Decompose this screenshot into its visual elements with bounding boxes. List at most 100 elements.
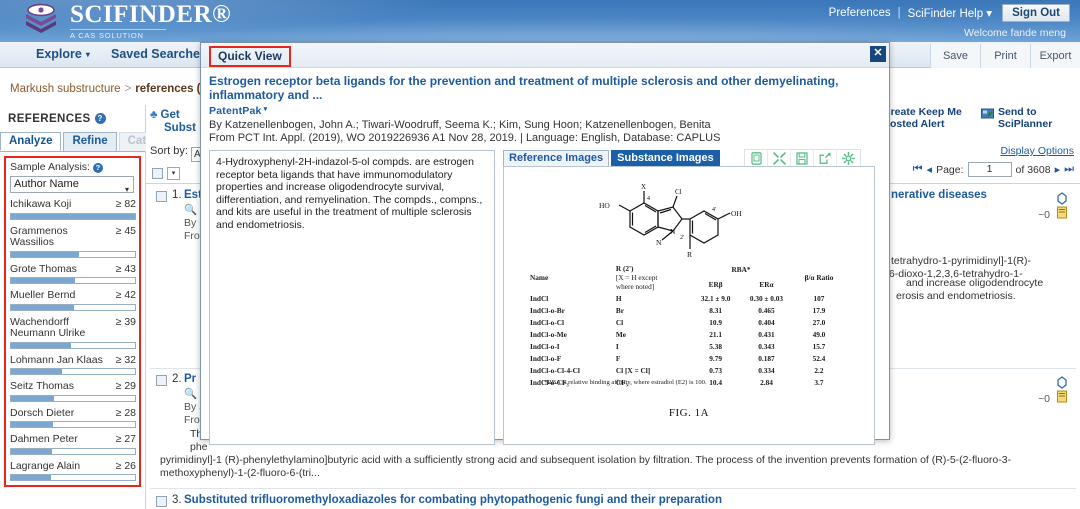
document-icon[interactable]: [1056, 390, 1068, 408]
author-count: ≥ 43: [115, 262, 136, 275]
result-title-right-fragment[interactable]: nerative diseases: [891, 189, 987, 201]
scifinder-logo[interactable]: SCIFINDER® A CAS SOLUTION: [18, 1, 231, 41]
result-number: 2.: [172, 373, 182, 385]
breadcrumb-root[interactable]: Markush substructure: [10, 83, 121, 95]
share-icon[interactable]: [814, 150, 837, 166]
save-button[interactable]: Save: [930, 44, 980, 68]
table-cell: 8.31: [709, 305, 722, 315]
svg-text:4: 4: [647, 196, 650, 202]
document-title[interactable]: Estrogen receptor beta ligands for the p…: [209, 74, 881, 102]
analysis-panel: Sample Analysis:? Author Name ▾ Ichikawa…: [4, 156, 141, 487]
left-sidebar: REFERENCES? Analyze Refine Categorize Sa…: [0, 105, 196, 509]
result-title[interactable]: Substituted trifluoromethyloxadiazoles f…: [184, 494, 722, 506]
prev-page-icon[interactable]: ◂: [927, 163, 933, 176]
author-bar-item[interactable]: Grote Thomas ≥ 43: [10, 262, 136, 284]
document-icon[interactable]: [1056, 206, 1068, 224]
save-icon[interactable]: [791, 150, 814, 166]
table-cell: H: [615, 293, 622, 303]
author-bar-fill: [11, 475, 51, 480]
action-button-bar: Save Print Export: [930, 44, 1080, 68]
author-bar-item[interactable]: Lagrange Alain ≥ 26: [10, 459, 136, 481]
cas-logo-icon: [18, 1, 64, 41]
svg-text:2': 2': [680, 235, 684, 241]
tab-reference-images[interactable]: Reference Images: [503, 150, 610, 166]
close-icon[interactable]: ✕: [870, 46, 886, 62]
chevron-down-icon: ▾: [986, 8, 993, 20]
author-bar-item[interactable]: Lohmann Jan Klaas ≥ 32: [10, 353, 136, 375]
menu-item-explore[interactable]: Explore ▾: [28, 45, 98, 63]
print-button[interactable]: Print: [980, 44, 1030, 68]
col-eralpha: ERα: [759, 280, 774, 289]
result-score: ~0: [1038, 209, 1050, 221]
author-bar-track: [10, 368, 136, 375]
result-checkbox[interactable]: [156, 375, 167, 386]
next-page-icon[interactable]: ▸: [1055, 163, 1061, 176]
sciplanner-label: Send to SciPlanner: [998, 106, 1053, 130]
preferences-link[interactable]: Preferences: [829, 7, 891, 19]
expand-icon[interactable]: [768, 150, 791, 166]
select-dropdown-icon[interactable]: ▾: [167, 167, 180, 180]
get-substances-label-1: Get: [160, 109, 180, 121]
top-navigation: Preferences | SciFinder Help ▾ Sign Out: [829, 4, 1070, 22]
display-options-link[interactable]: Display Options: [1000, 145, 1074, 157]
sample-analysis-select[interactable]: Author Name ▾: [10, 176, 134, 194]
table-cell: Cl [X = Cl]: [615, 365, 651, 375]
results-toolbar: Create Keep Me Posted Alert Send to SciP…: [866, 106, 1076, 130]
table-cell: 17.9: [812, 305, 826, 315]
author-name: Lagrange Alain: [10, 459, 81, 472]
logo-wordmark: SCIFINDER® A CAS SOLUTION: [70, 2, 231, 40]
help-label: SciFinder Help: [907, 8, 984, 20]
last-page-icon[interactable]: ⏭: [1064, 163, 1074, 176]
select-all-checkbox[interactable]: [152, 168, 163, 179]
author-name: Grote Thomas: [10, 262, 77, 275]
sample-analysis-text: Sample Analysis:: [10, 161, 90, 173]
result-checkbox[interactable]: [156, 496, 167, 507]
tab-substance-images[interactable]: Substance Images: [611, 150, 720, 166]
author-count: ≥ 82: [115, 198, 136, 210]
author-bar-item[interactable]: Seitz Thomas ≥ 29: [10, 380, 136, 402]
author-bar-item[interactable]: Wachendorff Neumann Ulrike ≥ 39: [10, 316, 136, 349]
author-count: ≥ 28: [115, 406, 136, 419]
send-to-sciplanner-button[interactable]: Send to SciPlanner: [981, 106, 1076, 130]
help-icon[interactable]: ?: [94, 113, 106, 124]
author-bar-fill: [11, 251, 80, 257]
window-icon[interactable]: [745, 150, 768, 166]
help-icon[interactable]: ?: [92, 163, 103, 173]
result-checkbox[interactable]: [156, 191, 167, 202]
patentpak-badge[interactable]: PatentPak ▾: [209, 105, 881, 117]
tab-analyze[interactable]: Analyze: [0, 132, 62, 151]
author-count: ≥ 45: [115, 224, 136, 237]
table-cell: IndCl-o-Cl-4-Cl: [530, 365, 580, 375]
table-body: IndCl H 32.1 ± 9.0 0.30 ± 0.03 107 IndCl-o-Br…: [528, 292, 846, 388]
author-bar-item[interactable]: Mueller Bernd ≥ 42: [10, 289, 136, 311]
image-column: Reference Images Substance Images HO X 4…: [503, 149, 875, 445]
tab-refine[interactable]: Refine: [63, 132, 117, 151]
author-bar-fill: [11, 342, 71, 348]
page-number-input[interactable]: 1: [967, 162, 1012, 177]
figure-data-table: Name R (2') [X = H except where noted] RBA…: [528, 262, 846, 388]
first-page-icon[interactable]: ⏮: [913, 163, 923, 176]
scifinder-help-link[interactable]: SciFinder Help ▾: [908, 6, 992, 20]
author-count: ≥ 32: [115, 353, 136, 366]
col-name: Name: [530, 272, 549, 282]
export-button[interactable]: Export: [1030, 44, 1080, 68]
author-bar-item[interactable]: Dorsch Dieter ≥ 28: [10, 406, 136, 428]
author-bar-list: Ichikawa Koji ≥ 82 Grammenos Wassilios ≥ 45…: [10, 198, 136, 481]
col-rba: RBA*: [731, 265, 751, 274]
sign-out-button[interactable]: Sign Out: [1002, 4, 1070, 22]
result-abstract-right-2: erosis and endometriosis.: [896, 290, 1016, 302]
table-cell: IndCl-o-I: [530, 341, 560, 351]
page-label: Page:: [936, 163, 964, 176]
author-bar-item[interactable]: Grammenos Wassilios ≥ 45: [10, 224, 136, 258]
table-cell: IndCl: [530, 293, 549, 303]
get-substances-button[interactable]: ♣ Get Subst: [150, 109, 196, 135]
author-bar-item[interactable]: Dahmen Peter ≥ 27: [10, 433, 136, 455]
result-title[interactable]: Pr: [184, 373, 196, 385]
substance-image-frame[interactable]: HO X 4 Cl N N OH 4' R 2' Name R (2') [X …: [503, 166, 875, 445]
sidebar-heading-label: REFERENCES: [8, 113, 91, 125]
author-bar-item[interactable]: Ichikawa Koji ≥ 82: [10, 198, 136, 220]
author-count: ≥ 29: [115, 380, 136, 392]
gear-icon[interactable]: [837, 150, 860, 166]
result-item-3: 3. Substituted trifluoromethyloxadiazole…: [146, 494, 1080, 509]
table-cell: 52.4: [812, 353, 826, 363]
